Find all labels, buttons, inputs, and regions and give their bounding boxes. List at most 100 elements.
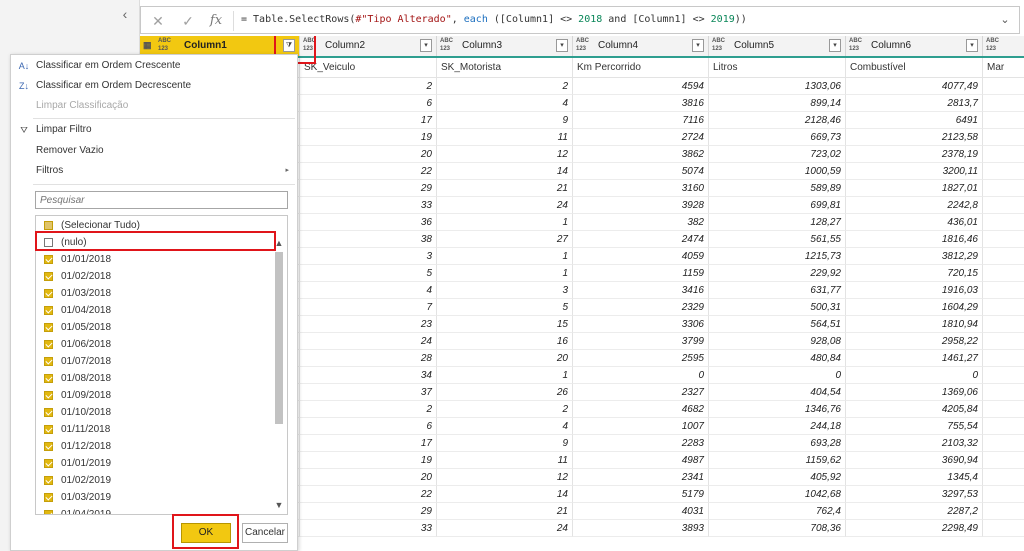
scroll-thumb[interactable] [275,252,283,424]
table-cell[interactable]: 561,55 [709,231,846,248]
table-cell[interactable]: 11 [437,129,573,146]
table-cell[interactable] [983,316,1024,333]
table-cell[interactable]: 4682 [573,401,709,418]
type-icon[interactable]: ABC 123 [849,37,862,53]
table-cell[interactable]: 3928 [573,197,709,214]
table-cell[interactable]: 1345,4 [846,469,983,486]
checkbox[interactable] [44,510,53,514]
checklist-item[interactable]: 01/03/2018 [36,285,271,302]
table-cell[interactable] [983,435,1024,452]
table-cell[interactable]: 699,81 [709,197,846,214]
table-cell[interactable] [983,333,1024,350]
table-cell[interactable]: 4031 [573,503,709,520]
table-cell[interactable]: 3297,53 [846,486,983,503]
first-row-cell[interactable]: Combustível [846,58,983,78]
table-cell[interactable]: 1042,68 [709,486,846,503]
table-cell[interactable]: 5074 [573,163,709,180]
table-cell[interactable] [983,214,1024,231]
table-cell[interactable]: 1346,76 [709,401,846,418]
checkbox[interactable] [44,476,53,485]
type-icon[interactable]: ABC 123 [576,37,589,53]
table-cell[interactable]: 3416 [573,282,709,299]
menu-filters-submenu[interactable]: Filtros ▸ [11,161,297,181]
table-cell[interactable]: 3816 [573,95,709,112]
table-cell[interactable]: 436,01 [846,214,983,231]
table-cell[interactable]: 899,14 [709,95,846,112]
table-cell[interactable]: 669,73 [709,129,846,146]
table-cell[interactable]: 1159 [573,265,709,282]
checklist-item[interactable]: 01/05/2018 [36,319,271,336]
checkbox[interactable] [44,357,53,366]
menu-sort-descending[interactable]: Z↓ Classificar em Ordem Decrescente [11,76,297,96]
table-cell[interactable]: 3690,94 [846,452,983,469]
table-cell[interactable]: 589,89 [709,180,846,197]
table-cell[interactable] [983,78,1024,95]
table-cell[interactable]: 2123,58 [846,129,983,146]
checklist-item[interactable]: 01/09/2018 [36,387,271,404]
scroll-down-icon[interactable]: ▼ [272,498,286,512]
table-cell[interactable]: 762,4 [709,503,846,520]
table-cell[interactable]: 2 [437,401,573,418]
table-cell[interactable]: 5 [300,265,437,282]
table-cell[interactable]: 244,18 [709,418,846,435]
table-cell[interactable]: 21 [437,180,573,197]
table-cell[interactable]: 12 [437,146,573,163]
table-cell[interactable] [983,384,1024,401]
first-row-cell[interactable]: Mar [983,58,1024,78]
table-cell[interactable]: 720,15 [846,265,983,282]
table-cell[interactable]: 2378,19 [846,146,983,163]
table-cell[interactable]: 36 [300,214,437,231]
table-cell[interactable]: 6 [300,95,437,112]
checklist-item[interactable]: 01/02/2019 [36,472,271,489]
search-input[interactable] [35,191,288,209]
table-icon[interactable]: ▦ [143,41,152,50]
table-cell[interactable]: 0 [846,367,983,384]
table-cell[interactable]: 29 [300,180,437,197]
table-cell[interactable]: 33 [300,520,437,537]
table-cell[interactable]: 2958,22 [846,333,983,350]
table-cell[interactable]: 2 [300,78,437,95]
type-icon[interactable]: ABC 123 [712,37,725,53]
table-cell[interactable] [983,486,1024,503]
checkbox[interactable] [44,374,53,383]
table-cell[interactable]: 9 [437,112,573,129]
table-cell[interactable] [983,401,1024,418]
close-icon[interactable]: ✕ [147,11,169,31]
table-cell[interactable]: 34 [300,367,437,384]
table-cell[interactable]: 229,92 [709,265,846,282]
table-cell[interactable]: 3160 [573,180,709,197]
dropdown-icon[interactable]: ▾ [420,39,432,52]
table-cell[interactable]: 2287,2 [846,503,983,520]
checkbox[interactable] [44,442,53,451]
table-cell[interactable]: 19 [300,129,437,146]
checkbox[interactable] [44,221,53,230]
table-cell[interactable]: 2283 [573,435,709,452]
column-header[interactable]: ABC 123 Column6 ▾ [846,36,983,56]
table-cell[interactable]: 2 [437,78,573,95]
table-cell[interactable]: 0 [709,367,846,384]
table-cell[interactable]: 404,54 [709,384,846,401]
table-cell[interactable]: 2128,46 [709,112,846,129]
table-cell[interactable] [983,367,1024,384]
table-cell[interactable] [983,469,1024,486]
table-cell[interactable] [983,248,1024,265]
table-cell[interactable] [983,503,1024,520]
table-cell[interactable]: 723,02 [709,146,846,163]
chevron-left-icon[interactable]: ‹ [118,6,132,22]
table-cell[interactable]: 500,31 [709,299,846,316]
table-cell[interactable]: 2 [300,401,437,418]
table-cell[interactable]: 24 [437,197,573,214]
table-cell[interactable]: 28 [300,350,437,367]
checklist-item[interactable]: 01/04/2018 [36,302,271,319]
table-cell[interactable]: 1816,46 [846,231,983,248]
table-cell[interactable]: 3799 [573,333,709,350]
checkbox[interactable] [44,255,53,264]
table-cell[interactable]: 1810,94 [846,316,983,333]
table-cell[interactable] [983,231,1024,248]
checklist-item[interactable]: 01/10/2018 [36,404,271,421]
table-cell[interactable]: 29 [300,503,437,520]
table-cell[interactable]: 1159,62 [709,452,846,469]
table-cell[interactable] [983,197,1024,214]
table-cell[interactable]: 15 [437,316,573,333]
table-cell[interactable] [983,350,1024,367]
